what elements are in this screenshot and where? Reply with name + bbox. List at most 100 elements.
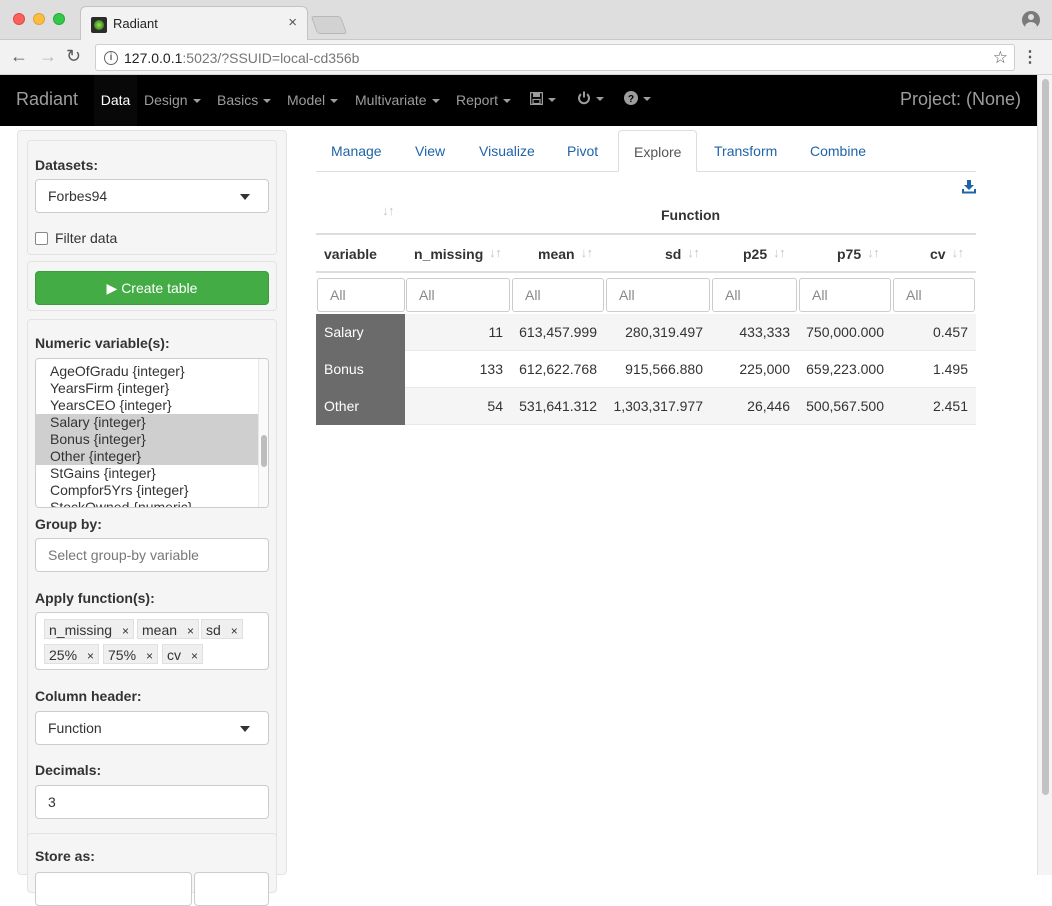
address-bar[interactable]: i 127.0.0.1:5023/?SSUID=local-cd356b ☆ (95, 44, 1015, 71)
tab-combine[interactable]: Combine (810, 143, 866, 159)
store-name-input[interactable] (35, 872, 192, 906)
tab-pivot[interactable]: Pivot (567, 143, 598, 159)
nav-design[interactable]: Design (144, 92, 201, 108)
main-tabs: Manage View Visualize Pivot Explore Tran… (316, 130, 976, 172)
list-item-selected[interactable]: Bonus {integer} (36, 431, 268, 448)
column-header-p75[interactable]: p75 (837, 245, 881, 262)
column-header-select[interactable]: Function (35, 711, 269, 745)
group-by-select[interactable]: Select group-by variable (35, 538, 269, 572)
page-scrollbar-thumb[interactable] (1042, 79, 1049, 795)
apply-functions-input[interactable]: n_missing × mean × sd × 25% × 75% × cv × (35, 612, 269, 670)
back-arrow-icon[interactable]: ← (10, 46, 28, 67)
list-item[interactable]: Compfor5Yrs {integer} (36, 482, 268, 499)
numeric-variables-listbox[interactable]: AgeOfGradu {integer} YearsFirm {integer}… (35, 358, 269, 508)
listbox-scrollbar[interactable] (258, 359, 268, 507)
bookmark-star-icon[interactable]: ☆ (993, 48, 1008, 68)
page-scrollbar[interactable] (1037, 75, 1052, 875)
tab-transform[interactable]: Transform (714, 143, 777, 159)
create-table-button[interactable]: ▶ Create table (35, 271, 269, 305)
list-item[interactable]: StGains {integer} (36, 465, 268, 482)
maximize-window-button[interactable] (53, 13, 65, 25)
browser-menu-icon[interactable]: ⋮ (1022, 47, 1038, 67)
tab-manage[interactable]: Manage (331, 143, 382, 159)
column-header-n-missing[interactable]: n_missing (414, 245, 503, 262)
new-tab-button[interactable] (310, 16, 348, 34)
remove-icon[interactable]: × (231, 624, 238, 638)
table-row[interactable]: Salary 11 613,457.999 280,319.497 433,33… (316, 314, 976, 351)
forward-arrow-icon[interactable]: → (39, 46, 57, 67)
app-brand[interactable]: Radiant (16, 89, 78, 110)
filter-data-checkbox[interactable] (35, 232, 48, 245)
column-header-mean[interactable]: mean (538, 245, 595, 262)
nav-basics[interactable]: Basics (217, 92, 272, 108)
caret-down-icon (263, 99, 272, 104)
remove-icon[interactable]: × (87, 649, 94, 663)
sort-icon[interactable] (952, 245, 966, 262)
filter-input-cv[interactable]: All (893, 278, 975, 312)
nav-power[interactable] (577, 90, 604, 106)
caret-down-icon (192, 99, 201, 104)
datasets-select[interactable]: Forbes94 (35, 179, 269, 213)
nav-save[interactable] (529, 91, 556, 107)
column-header-sd[interactable]: sd (665, 245, 701, 262)
sort-icon[interactable] (382, 203, 396, 220)
browser-toolbar: ← → ↻ i 127.0.0.1:5023/?SSUID=local-cd35… (0, 40, 1052, 75)
tab-explore[interactable]: Explore (618, 130, 698, 172)
list-item[interactable]: AgeOfGradu {integer} (36, 363, 268, 380)
remove-icon[interactable]: × (187, 624, 194, 638)
download-icon[interactable] (962, 180, 976, 194)
filter-input-p75[interactable]: All (799, 278, 891, 312)
tab-visualize[interactable]: Visualize (479, 143, 535, 159)
function-chip-75[interactable]: 75% × (103, 644, 159, 664)
function-chip-sd[interactable]: sd × (201, 619, 243, 639)
sort-icon[interactable] (867, 245, 881, 262)
sort-icon[interactable] (489, 245, 503, 262)
function-chip-cv[interactable]: cv × (162, 644, 204, 664)
store-button[interactable] (194, 872, 269, 906)
nav-multivariate[interactable]: Multivariate (355, 92, 440, 108)
remove-icon[interactable]: × (146, 649, 153, 663)
list-item-selected[interactable]: Salary {integer} (36, 414, 268, 431)
decimals-input[interactable]: 3 (35, 785, 269, 819)
column-header-cv[interactable]: cv (930, 245, 966, 262)
tab-close-icon[interactable]: × (288, 14, 297, 31)
browser-tab[interactable]: Radiant × (80, 6, 308, 40)
sort-icon[interactable] (581, 245, 595, 262)
function-chip-25[interactable]: 25% × (44, 644, 100, 664)
filter-input-n-missing[interactable]: All (406, 278, 510, 312)
table-row[interactable]: Other 54 531,641.312 1,303,317.977 26,44… (316, 388, 976, 425)
list-item[interactable]: StockOwned {numeric} (36, 499, 268, 507)
sort-icon[interactable] (687, 245, 701, 262)
listbox-scrollbar-thumb[interactable] (261, 435, 267, 467)
profile-icon[interactable] (1022, 11, 1040, 29)
filter-input-variable[interactable]: All (317, 278, 405, 312)
reload-icon[interactable]: ↻ (66, 46, 81, 67)
nav-data[interactable]: Data (94, 75, 137, 126)
function-chip-mean[interactable]: mean × (137, 619, 200, 639)
nav-help[interactable]: ? (624, 90, 651, 106)
tab-view[interactable]: View (415, 143, 445, 159)
project-label[interactable]: Project: (None) (900, 89, 1021, 110)
close-window-button[interactable] (13, 13, 25, 25)
minimize-window-button[interactable] (33, 13, 45, 25)
nav-report[interactable]: Report (456, 92, 512, 108)
filter-input-sd[interactable]: All (606, 278, 710, 312)
list-item[interactable]: YearsCEO {integer} (36, 397, 268, 414)
list-item-selected[interactable]: Other {integer} (36, 448, 268, 465)
nav-model[interactable]: Model (287, 92, 339, 108)
table-row[interactable]: Bonus 133 612,622.768 915,566.880 225,00… (316, 351, 976, 388)
remove-icon[interactable]: × (191, 649, 198, 663)
table-cell: 54 (487, 398, 503, 414)
sort-icon[interactable] (773, 245, 787, 262)
filter-input-mean[interactable]: All (512, 278, 604, 312)
list-item[interactable]: YearsFirm {integer} (36, 380, 268, 397)
filter-input-p25[interactable]: All (712, 278, 797, 312)
column-header-p25[interactable]: p25 (743, 245, 787, 262)
filter-data-label[interactable]: Filter data (55, 230, 117, 246)
nav-design-label: Design (144, 92, 188, 108)
remove-icon[interactable]: × (122, 624, 129, 638)
function-chip-n-missing[interactable]: n_missing × (44, 619, 135, 639)
column-header-variable[interactable]: variable (324, 246, 377, 262)
options-well: Numeric variable(s): AgeOfGradu {integer… (27, 319, 277, 839)
info-icon[interactable]: i (104, 51, 118, 65)
